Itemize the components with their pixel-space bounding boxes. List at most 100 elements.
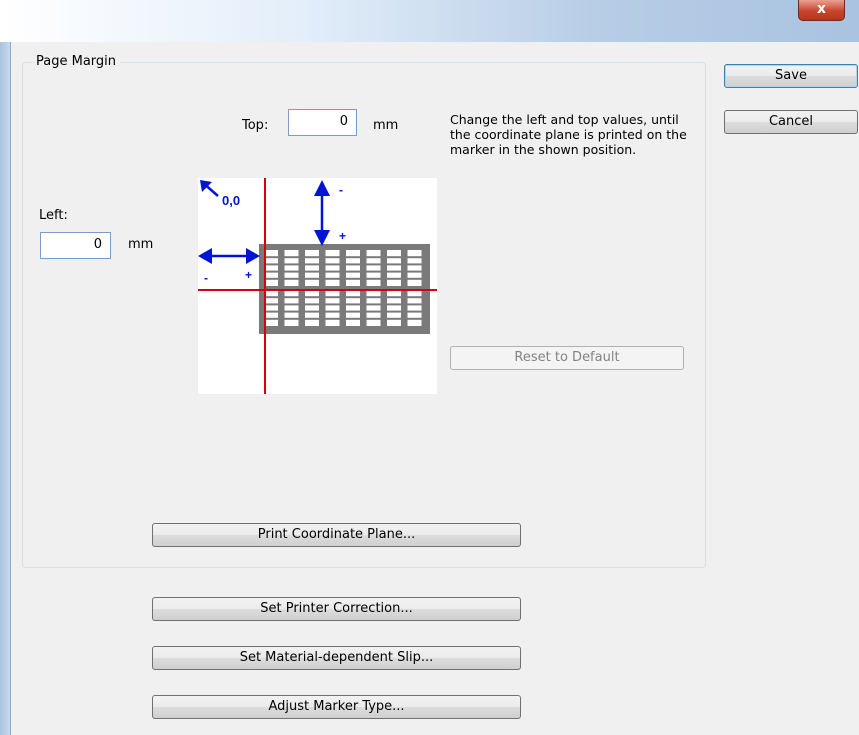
- marker-cell-divider: [284, 263, 299, 266]
- coordinate-plane-diagram: 0,0 - + - +: [198, 178, 437, 394]
- cancel-button[interactable]: Cancel: [724, 110, 858, 134]
- marker-cell: [284, 290, 299, 326]
- marker-cell: [284, 250, 299, 286]
- marker-cell-divider: [366, 277, 381, 280]
- marker-cell-divider: [305, 263, 319, 266]
- left-label: Left:: [39, 208, 68, 223]
- marker-cell-divider: [366, 303, 381, 306]
- left-unit: mm: [128, 237, 154, 252]
- marker-cell: [366, 250, 381, 286]
- marker-cell-divider: [346, 263, 360, 266]
- close-button[interactable]: x: [798, 0, 845, 21]
- marker-cell-divider: [387, 263, 401, 266]
- marker-cell-divider: [346, 256, 360, 259]
- marker-cell-divider: [264, 256, 278, 259]
- set-material-slip-button[interactable]: Set Material-dependent Slip...: [152, 646, 521, 670]
- top-unit: mm: [373, 118, 399, 133]
- adjust-marker-type-button[interactable]: Adjust Marker Type...: [152, 695, 521, 719]
- marker-cell-divider: [407, 270, 422, 273]
- marker-cell: [407, 250, 422, 286]
- marker-cell-divider: [387, 296, 401, 299]
- marker-cell-divider: [325, 317, 340, 320]
- marker-cell-divider: [366, 263, 381, 266]
- print-coordinate-plane-button[interactable]: Print Coordinate Plane...: [152, 523, 521, 547]
- marker-cell: [305, 290, 319, 326]
- marker-cell-divider: [284, 310, 299, 313]
- marker-cell-divider: [325, 310, 340, 313]
- marker-cell-divider: [264, 263, 278, 266]
- reset-to-default-button[interactable]: Reset to Default: [450, 346, 684, 370]
- marker-cell-divider: [305, 277, 319, 280]
- marker-cell-divider: [407, 277, 422, 280]
- marker-cell-divider: [346, 270, 360, 273]
- marker-cell-divider: [264, 296, 278, 299]
- window-frame-left: [0, 42, 11, 735]
- marker-cell: [387, 250, 401, 286]
- title-bar: [0, 0, 859, 42]
- marker-cell-divider: [346, 277, 360, 280]
- marker-cell-divider: [305, 296, 319, 299]
- marker-cell-divider: [264, 303, 278, 306]
- horizontal-minus-label: -: [204, 271, 208, 285]
- marker-cell-divider: [264, 270, 278, 273]
- set-printer-correction-button[interactable]: Set Printer Correction...: [152, 597, 521, 621]
- page-margin-legend: Page Margin: [32, 54, 121, 69]
- marker-cell-divider: [325, 296, 340, 299]
- marker-cell-divider: [284, 270, 299, 273]
- left-margin-input[interactable]: 0: [40, 232, 111, 259]
- marker-cell-divider: [284, 303, 299, 306]
- marker-cell: [305, 250, 319, 286]
- marker-cell-divider: [387, 270, 401, 273]
- vertical-double-arrow-icon: [314, 180, 330, 246]
- origin-arrow-icon: [200, 180, 219, 197]
- marker-cell-divider: [346, 303, 360, 306]
- marker-cell-divider: [407, 296, 422, 299]
- top-margin-input[interactable]: 0: [288, 109, 357, 136]
- marker-cell: [325, 250, 340, 286]
- marker-cell-divider: [284, 277, 299, 280]
- marker-cell-divider: [407, 310, 422, 313]
- marker-cell: [264, 250, 278, 286]
- top-label: Top:: [242, 118, 269, 133]
- marker-cell-divider: [264, 310, 278, 313]
- vertical-plus-label: +: [339, 229, 346, 243]
- marker-cell-divider: [325, 277, 340, 280]
- marker-cell-divider: [407, 303, 422, 306]
- marker-cell-divider: [366, 317, 381, 320]
- marker-cell-divider: [346, 310, 360, 313]
- marker-cell-divider: [264, 277, 278, 280]
- marker-cell-divider: [325, 270, 340, 273]
- marker-cell-divider: [305, 303, 319, 306]
- marker-cell-divider: [366, 296, 381, 299]
- save-button[interactable]: Save: [724, 64, 858, 88]
- marker-cell: [264, 290, 278, 326]
- marker-cell-divider: [366, 270, 381, 273]
- marker-cell-divider: [346, 296, 360, 299]
- marker-cell-divider: [366, 256, 381, 259]
- marker-cell: [346, 250, 360, 286]
- marker-cell-divider: [305, 317, 319, 320]
- horizontal-double-arrow-icon: [198, 248, 260, 264]
- marker-cell-divider: [387, 317, 401, 320]
- marker-cell-divider: [264, 317, 278, 320]
- marker-cell: [366, 290, 381, 326]
- marker-cell-divider: [305, 256, 319, 259]
- marker-cell: [346, 290, 360, 326]
- marker-cell-divider: [387, 256, 401, 259]
- vertical-minus-label: -: [339, 183, 343, 197]
- marker-cell-divider: [325, 303, 340, 306]
- marker-cell: [407, 290, 422, 326]
- marker-cell-divider: [387, 310, 401, 313]
- origin-label: 0,0: [222, 193, 240, 208]
- marker-cell-divider: [387, 277, 401, 280]
- horizontal-plus-label: +: [245, 268, 252, 282]
- marker-cell: [387, 290, 401, 326]
- marker-cell-divider: [325, 263, 340, 266]
- marker-cell-divider: [387, 303, 401, 306]
- marker-cell-divider: [407, 256, 422, 259]
- marker-cell-divider: [284, 317, 299, 320]
- marker-cell-divider: [305, 270, 319, 273]
- instruction-text: Change the left and top values, until th…: [450, 112, 687, 157]
- marker-cell-divider: [305, 310, 319, 313]
- marker-cell: [325, 290, 340, 326]
